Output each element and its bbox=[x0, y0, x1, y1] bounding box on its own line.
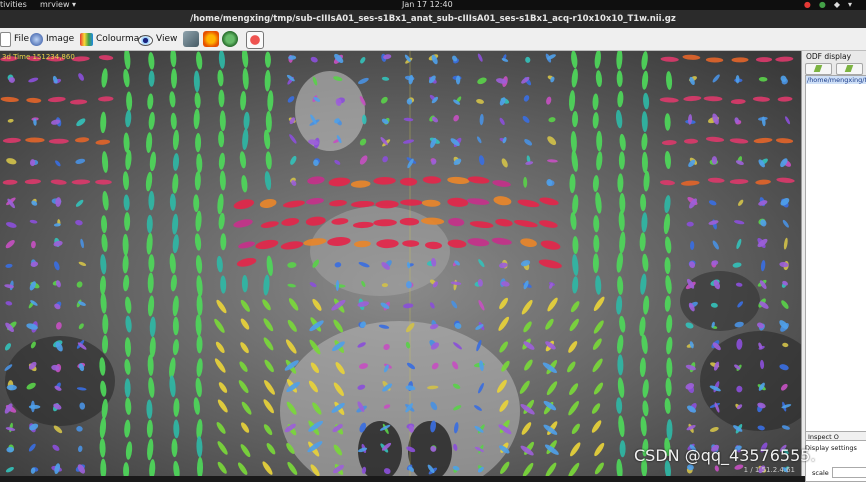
panel-title: ODF display bbox=[806, 52, 852, 61]
pencil-icon bbox=[813, 65, 823, 72]
odf-glyph bbox=[735, 75, 740, 84]
scale-input[interactable] bbox=[832, 467, 866, 478]
colourmap-icon bbox=[80, 32, 93, 46]
tray-icon[interactable]: ● bbox=[819, 0, 834, 9]
odf-glyph-canvas[interactable] bbox=[0, 51, 801, 476]
system-topbar: tivities mrview ▾ Jan 17 12:40 ●●◆▾ bbox=[0, 0, 866, 10]
image-icon bbox=[30, 32, 43, 46]
odf-glyph bbox=[170, 68, 177, 89]
dark-region bbox=[680, 271, 760, 331]
brain-region bbox=[295, 71, 365, 151]
viewport-status-label: 1 / 1 51.2.4.61 bbox=[743, 466, 795, 474]
open-odf-button[interactable] bbox=[805, 63, 832, 75]
file-menu-button[interactable]: File bbox=[0, 31, 29, 47]
image-menu-button[interactable]: Image bbox=[30, 31, 74, 47]
odf-glyph bbox=[684, 138, 699, 144]
image-viewport[interactable]: 3d Time 151234,860 1 / 1 51.2.4.61 bbox=[0, 51, 801, 476]
tray-icon[interactable]: ● bbox=[804, 0, 819, 9]
odf-glyph bbox=[102, 314, 109, 335]
activities-menu[interactable]: tivities bbox=[0, 0, 27, 10]
odf-glyph bbox=[619, 440, 626, 458]
inspect-odf-button[interactable]: Inspect O bbox=[805, 431, 866, 441]
pencil-icon bbox=[844, 65, 854, 72]
rotate-tool-icon[interactable] bbox=[222, 31, 238, 47]
app-menu[interactable]: mrview ▾ bbox=[40, 0, 76, 10]
tray-icon[interactable]: ▾ bbox=[848, 0, 860, 9]
odf-glyph bbox=[148, 254, 155, 273]
odf-image-list[interactable]: /home/mengxing/tmp/ bbox=[805, 75, 866, 482]
window-title: /home/mengxing/tmp/sub-cIIIsA01_ses-s1Bx… bbox=[0, 10, 866, 28]
file-icon bbox=[0, 31, 11, 47]
tray-icon[interactable]: ◆ bbox=[834, 0, 848, 9]
viewport-info-label: 3d Time 151234,860 bbox=[2, 53, 75, 61]
odf-tool-icon[interactable] bbox=[246, 31, 264, 49]
colourmap-menu-button[interactable]: Colourmap bbox=[80, 31, 145, 47]
list-item[interactable]: /home/mengxing/tmp/ bbox=[806, 76, 866, 84]
view-menu-button[interactable]: View bbox=[138, 31, 177, 47]
pan-tool-icon[interactable] bbox=[203, 31, 219, 47]
main-toolbar: File Image Colourmap View bbox=[0, 28, 866, 51]
close-odf-button[interactable] bbox=[836, 63, 863, 75]
odf-glyph bbox=[686, 221, 694, 227]
move-tool-icon[interactable] bbox=[183, 31, 199, 47]
watermark-text: CSDN @qq_43576555. bbox=[634, 446, 816, 465]
panel-buttons bbox=[805, 63, 863, 75]
eye-icon bbox=[138, 34, 153, 46]
odf-display-panel: ODF display /home/mengxing/tmp/ Inspect … bbox=[801, 51, 866, 482]
system-tray[interactable]: ●●◆▾ bbox=[804, 0, 860, 10]
clock[interactable]: Jan 17 12:40 bbox=[402, 0, 453, 10]
